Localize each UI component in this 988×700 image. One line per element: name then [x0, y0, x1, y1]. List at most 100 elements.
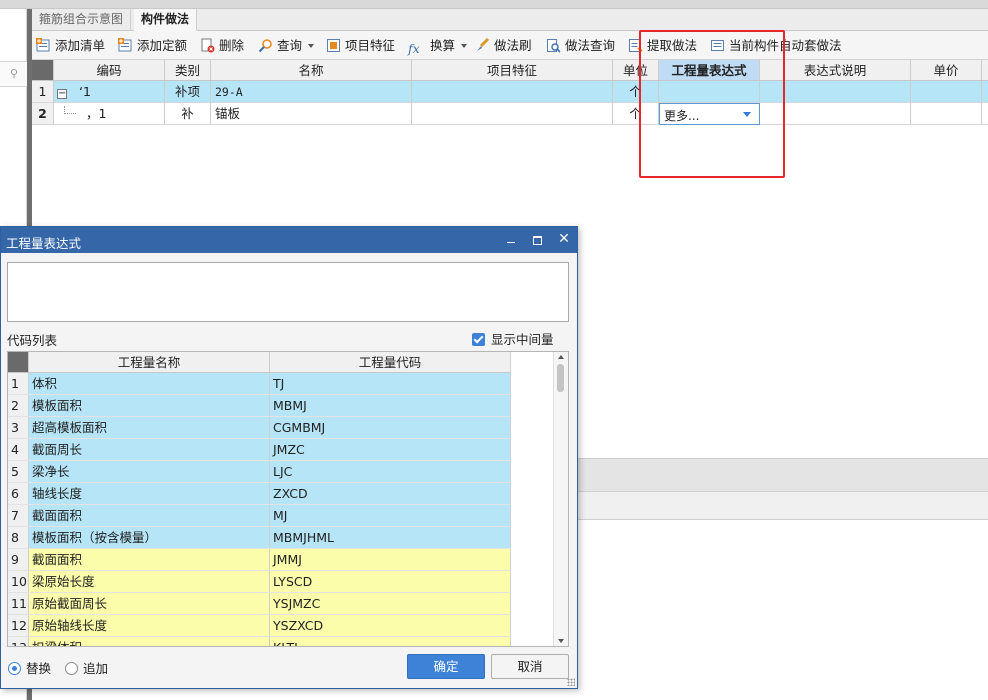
chevron-down-icon [308, 44, 315, 48]
magnifier-icon [258, 34, 273, 53]
row-code[interactable]: − ‘1 [54, 81, 165, 102]
row-category[interactable]: 补 [165, 103, 211, 124]
row-expr-desc[interactable] [760, 103, 911, 124]
list-item[interactable]: 1 体积 TJ [8, 373, 511, 395]
list-item[interactable]: 5 梁净长 LJC [8, 461, 511, 483]
col-price[interactable]: 单价 [911, 60, 982, 80]
list-item[interactable]: 4 截面周长 JMZC [8, 439, 511, 461]
row-unit[interactable]: 个 [613, 103, 659, 124]
code-list-scrollbar[interactable] [553, 352, 568, 646]
add-list-button[interactable]: 添加清单 [36, 31, 105, 60]
radio-unselected-icon[interactable] [65, 662, 78, 675]
left-search-box[interactable]: ⚲ [0, 61, 27, 87]
expression-dropdown[interactable]: 更多... [659, 103, 760, 125]
row-code[interactable]: ，1 [54, 103, 165, 124]
expression-input[interactable] [7, 262, 569, 322]
list-row-number: 4 [8, 439, 29, 460]
radio-selected-icon[interactable] [8, 662, 21, 675]
collapse-toggle-icon[interactable]: − [57, 89, 67, 99]
row-unit[interactable]: 个 [613, 81, 659, 102]
row-expression[interactable] [659, 81, 760, 102]
maximize-icon[interactable] [528, 231, 546, 249]
cancel-button[interactable]: 取消 [491, 654, 569, 679]
quantity-code: MBMJ [270, 395, 511, 416]
resize-grip-icon[interactable] [567, 678, 575, 686]
col-unit[interactable]: 单位 [613, 60, 659, 80]
list-row-number: 6 [8, 483, 29, 504]
row-price[interactable] [911, 103, 982, 124]
quantity-code: CGMBMJ [270, 417, 511, 438]
list-item[interactable]: 3 超高模板面积 CGMBMJ [8, 417, 511, 439]
auto-method-button[interactable]: 当前构件自动套做法 [710, 31, 842, 60]
item-feature-button[interactable]: 项目特征 [326, 31, 395, 60]
list-item[interactable]: 6 轴线长度 ZXCD [8, 483, 511, 505]
tab-bar: 箍筋组合示意图 构件做法 [32, 9, 988, 31]
checkbox-checked-icon[interactable] [472, 333, 485, 346]
scroll-thumb[interactable] [557, 364, 564, 392]
col-expression[interactable]: 工程量表达式 [659, 60, 760, 80]
close-icon[interactable]: ✕ [555, 231, 573, 249]
dropdown-arrow-icon[interactable] [743, 112, 751, 117]
quantity-name: 梁净长 [29, 461, 270, 482]
row-number: 2 [32, 103, 54, 124]
grid-corner[interactable] [32, 60, 54, 80]
list-item[interactable]: 12 原始轴线长度 YSZXCD [8, 615, 511, 637]
extract-method-button[interactable]: 提取做法 [628, 31, 697, 60]
col-expr-desc[interactable]: 表达式说明 [760, 60, 911, 80]
row-category[interactable]: 补项 [165, 81, 211, 102]
list-item[interactable]: 2 模板面积 MBMJ [8, 395, 511, 417]
list-item[interactable]: 9 截面面积 JMMJ [8, 549, 511, 571]
row-expr-desc[interactable] [760, 81, 911, 102]
tab-component-method[interactable]: 构件做法 [134, 9, 198, 31]
quantity-code: LYSCD [270, 571, 511, 592]
scroll-down-icon[interactable] [558, 639, 564, 643]
table-row[interactable]: 1 − ‘1 补项 29-A 个 [32, 81, 988, 103]
col-code[interactable]: 编码 [54, 60, 165, 80]
list-item[interactable]: 11 原始截面周长 YSJMZC [8, 593, 511, 615]
row-name[interactable]: 29-A [211, 81, 412, 102]
list-item[interactable]: 7 截面面积 MJ [8, 505, 511, 527]
col-feature[interactable]: 项目特征 [412, 60, 613, 80]
tab-stirrup-diagram[interactable]: 箍筋组合示意图 [32, 9, 132, 31]
expression-dropdown-value: 更多... [664, 109, 700, 123]
method-brush-label: 做法刷 [494, 38, 532, 53]
table-row[interactable]: 2 ，1 补 锚板 个 [32, 103, 988, 125]
list-row-number: 11 [8, 593, 29, 614]
list-row-number: 3 [8, 417, 29, 438]
list-item[interactable]: 8 模板面积（按含模量） MBMJHML [8, 527, 511, 549]
list-item[interactable]: 10 梁原始长度 LYSCD [8, 571, 511, 593]
minimize-icon[interactable] [502, 231, 520, 249]
dialog-titlebar[interactable]: 工程量表达式 ✕ [1, 227, 577, 253]
show-intermediate-checkbox[interactable]: 显示中间量 [472, 329, 554, 348]
col-category[interactable]: 类别 [165, 60, 211, 80]
row-name[interactable]: 锚板 [211, 103, 412, 124]
quantity-code: TJ [270, 373, 511, 394]
delete-icon [200, 34, 215, 53]
append-radio[interactable]: 追加 [65, 658, 108, 677]
ok-button[interactable]: 确定 [407, 654, 485, 679]
col-quantity-name[interactable]: 工程量名称 [29, 352, 270, 372]
convert-button[interactable]: fx 换算 [408, 31, 468, 60]
add-quota-button[interactable]: 添加定额 [118, 31, 187, 60]
row-price[interactable] [911, 81, 982, 102]
list-row-number: 13 [8, 637, 29, 646]
delete-button[interactable]: 删除 [200, 31, 244, 60]
replace-radio[interactable]: 替换 [8, 658, 51, 677]
add-list-label: 添加清单 [55, 38, 106, 53]
quantity-code: MJ [270, 505, 511, 526]
quantity-name: 轴线长度 [29, 483, 270, 504]
method-query-label: 做法查询 [565, 38, 616, 53]
list-corner[interactable] [8, 352, 29, 372]
list-item[interactable]: 13扣梁体积KLTJ [8, 637, 511, 646]
row-feature[interactable] [412, 103, 613, 124]
code-list-header: 工程量名称 工程量代码 [8, 352, 511, 373]
search-icon[interactable]: ⚲ [10, 67, 18, 80]
method-brush-button[interactable]: 做法刷 [475, 31, 532, 60]
scroll-up-icon[interactable] [558, 355, 564, 359]
col-quantity-code[interactable]: 工程量代码 [270, 352, 511, 372]
query-button[interactable]: 查询 [258, 31, 315, 60]
col-name[interactable]: 名称 [211, 60, 412, 80]
row-feature[interactable] [412, 81, 613, 102]
delete-label: 删除 [219, 38, 245, 53]
method-query-button[interactable]: 做法查询 [546, 31, 615, 60]
